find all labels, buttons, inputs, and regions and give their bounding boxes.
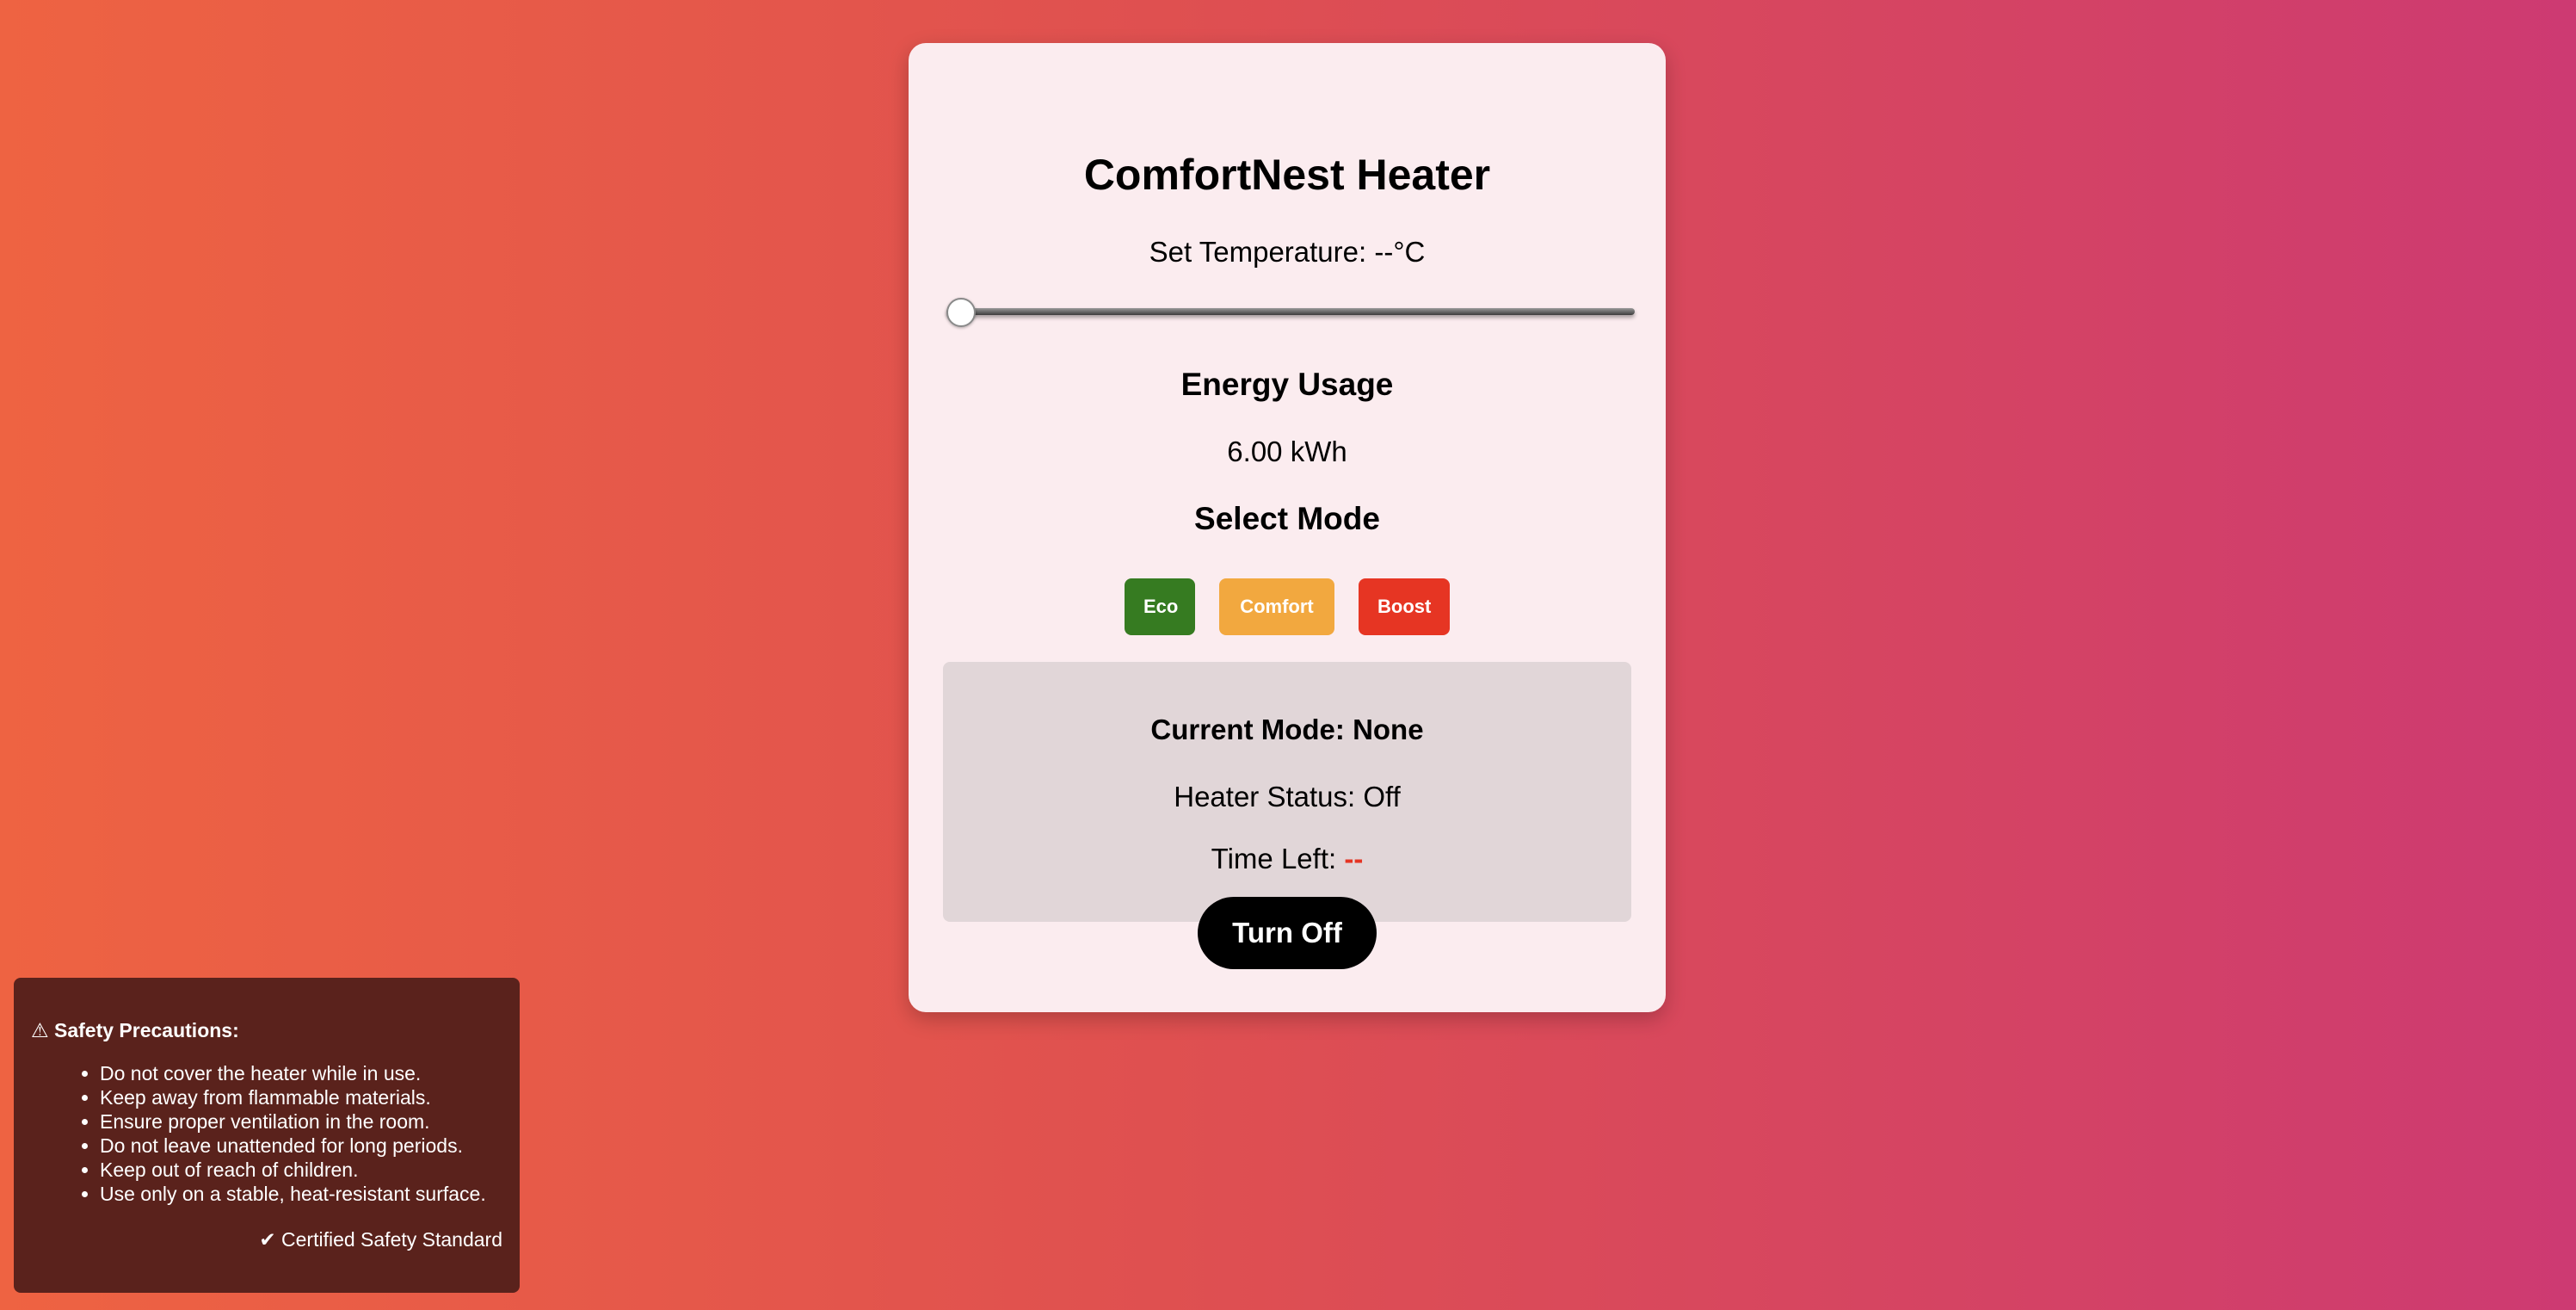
status-panel: Current Mode: None Heater Status: Off Ti… [943,662,1631,922]
energy-usage-value: 6.00 kWh [1227,436,1347,467]
safety-list: Do not cover the heater while in use. Ke… [31,1061,502,1206]
safety-item: Keep out of reach of children. [100,1158,502,1182]
time-left-row: Time Left: -- [943,843,1631,875]
mode-button-group: Eco Comfort Boost [909,578,1666,635]
safety-item: Keep away from flammable materials. [100,1085,502,1109]
safety-title: ⚠ Safety Precautions: [31,1019,239,1041]
safety-item: Do not cover the heater while in use. [100,1061,502,1085]
certified-safety-badge: ✔ Certified Safety Standard [259,1228,502,1251]
turn-off-button[interactable]: Turn Off [1198,897,1377,969]
slider-thumb[interactable] [946,298,976,327]
slider-track[interactable] [946,308,1635,315]
time-left-label: Time Left: [1211,843,1337,874]
time-left-value: -- [1344,843,1364,874]
eco-mode-button[interactable]: Eco [1125,578,1195,635]
heater-status-text: Heater Status: Off [1174,781,1401,813]
set-temperature-label: Set Temperature: --°C [1149,236,1426,268]
temperature-slider[interactable] [946,298,1635,329]
page-title: ComfortNest Heater [1083,151,1491,199]
energy-usage-heading: Energy Usage [1180,367,1394,402]
heater-card: ComfortNest Heater Set Temperature: --°C… [909,43,1666,1012]
safety-item: Ensure proper ventilation in the room. [100,1109,502,1134]
comfort-mode-button[interactable]: Comfort [1219,578,1334,635]
boost-mode-button[interactable]: Boost [1359,578,1450,635]
safety-precautions-panel: ⚠ Safety Precautions: Do not cover the h… [14,978,520,1293]
select-mode-heading: Select Mode [1194,501,1380,536]
current-mode-text: Current Mode: None [1150,714,1424,745]
safety-item: Use only on a stable, heat-resistant sur… [100,1182,502,1206]
safety-item: Do not leave unattended for long periods… [100,1134,502,1158]
